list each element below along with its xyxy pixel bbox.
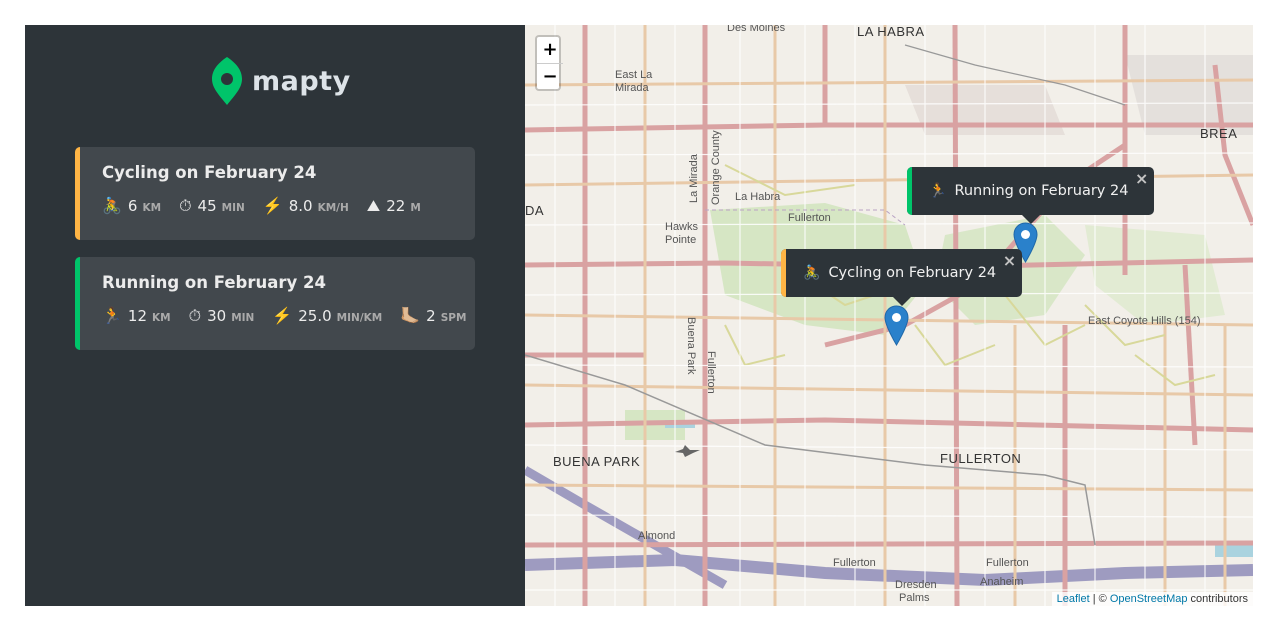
cyclist-icon: 🚴 — [102, 196, 122, 215]
runner-icon: 🏃 — [929, 183, 947, 199]
map-label: LA HABRA — [857, 25, 925, 39]
stopwatch-icon: ⏱ — [179, 196, 192, 215]
distance-unit: KM — [142, 202, 162, 214]
map-label: Fullerton — [833, 557, 876, 569]
cyclist-icon: 🚴 — [803, 265, 821, 281]
map-label: Hawks — [665, 221, 699, 233]
distance-value: 6 — [127, 197, 138, 215]
map-label: La Mirada — [688, 154, 700, 203]
cadence-value: 2 — [426, 307, 436, 325]
map-marker-icon[interactable] — [884, 305, 909, 346]
leaflet-link[interactable]: Leaflet — [1057, 593, 1090, 605]
popup-text: Cycling on February 24 — [828, 265, 997, 281]
zoom-control: + − — [535, 35, 563, 91]
map[interactable]: Des Moines LA HABRA East La Mirada BREA … — [525, 25, 1253, 606]
workout-duration: ⏱ 30 MIN — [189, 306, 255, 326]
map-label: DA — [525, 203, 545, 218]
close-icon[interactable]: × — [1135, 169, 1148, 188]
map-label: BUENA PARK — [553, 454, 641, 469]
attribution-suffix: contributors — [1187, 593, 1248, 605]
pace-unit: MIN/KM — [336, 312, 383, 324]
map-label: Pointe — [665, 234, 697, 246]
attribution-separator: | © — [1089, 593, 1110, 605]
workout-list: Cycling on February 24 🚴 6 KM ⏱ 45 MIN ⚡… — [75, 147, 475, 367]
map-label: Buena Park — [685, 317, 697, 375]
distance-value: 12 — [127, 307, 148, 325]
workout-item-cycling[interactable]: Cycling on February 24 🚴 6 KM ⏱ 45 MIN ⚡… — [75, 147, 475, 240]
lightning-icon: ⚡️ — [262, 196, 283, 215]
lightning-icon: ⚡️ — [272, 306, 293, 325]
distance-unit: KM — [152, 312, 171, 324]
duration-unit: MIN — [221, 202, 245, 214]
app: mapty Cycling on February 24 🚴 6 KM ⏱ 45… — [25, 25, 1253, 606]
map-attribution: Leaflet | © OpenStreetMap contributors — [1051, 592, 1253, 606]
map-label: La Habra — [735, 191, 781, 203]
speed-value: 8.0 — [288, 197, 313, 215]
map-label: Fullerton — [705, 351, 717, 394]
map-label: Anaheim — [980, 576, 1024, 588]
brand-name: mapty — [252, 65, 351, 97]
mountain-icon: ⛰ — [366, 196, 381, 215]
stopwatch-icon: ⏱ — [188, 306, 202, 325]
map-label: Orange County — [710, 130, 722, 205]
workout-elevation: ⛰ 22 M — [367, 196, 421, 216]
logo: mapty — [210, 55, 351, 107]
map-label: East Coyote Hills (154) — [1088, 315, 1201, 327]
speed-unit: KM/H — [317, 202, 349, 214]
map-label: Fullerton — [788, 212, 831, 224]
workout-speed: ⚡️ 8.0 KM/H — [263, 196, 349, 215]
osm-link[interactable]: OpenStreetMap — [1110, 593, 1188, 605]
popup-text: Running on February 24 — [954, 183, 1129, 199]
zoom-out-button[interactable]: − — [537, 63, 563, 89]
popup-cycling[interactable]: 🚴 Cycling on February 24 × — [781, 249, 1023, 306]
map-label: Fullerton — [986, 557, 1029, 569]
map-label: East La — [615, 69, 653, 81]
workout-details: 🏃 12 KM ⏱ 30 MIN ⚡️ 25.0 MIN/KM 🦶🏼 2 SPM — [102, 306, 466, 326]
duration-value: 30 — [207, 307, 227, 325]
popup-running[interactable]: 🏃 Running on February 24 × — [907, 167, 1155, 224]
map-label: Almond — [638, 530, 676, 542]
cadence-unit: SPM — [440, 312, 467, 324]
workout-title: Running on February 24 — [102, 273, 326, 292]
map-pin-logo-icon — [212, 57, 242, 105]
pace-value: 25.0 — [298, 307, 332, 325]
foot-icon: 🦶🏼 — [400, 306, 421, 325]
workout-item-running[interactable]: Running on February 24 🏃 12 KM ⏱ 30 MIN … — [75, 257, 475, 350]
runner-icon: 🏃 — [102, 306, 122, 325]
sidebar: mapty Cycling on February 24 🚴 6 KM ⏱ 45… — [25, 25, 525, 606]
workout-details: 🚴 6 KM ⏱ 45 MIN ⚡️ 8.0 KM/H ⛰ 22 M — [102, 196, 453, 216]
close-icon[interactable]: × — [1003, 251, 1016, 270]
map-label: Mirada — [615, 82, 649, 94]
workout-pace: ⚡️ 25.0 MIN/KM — [272, 306, 382, 325]
workout-distance: 🏃 12 KM — [102, 306, 171, 325]
workout-title: Cycling on February 24 — [102, 163, 317, 182]
elevation-value: 22 — [386, 197, 406, 215]
map-label: FULLERTON — [940, 451, 1022, 466]
map-label: Dresden — [895, 579, 937, 591]
zoom-in-button[interactable]: + — [537, 37, 563, 63]
workout-duration: ⏱ 45 MIN — [179, 196, 245, 216]
map-label: Palms — [899, 592, 930, 604]
duration-unit: MIN — [231, 312, 255, 324]
workout-cadence: 🦶🏼 2 SPM — [400, 306, 466, 325]
map-label: BREA — [1200, 126, 1238, 141]
elevation-unit: M — [410, 202, 421, 214]
workout-distance: 🚴 6 KM — [102, 196, 161, 215]
duration-value: 45 — [197, 197, 217, 215]
map-label: Des Moines — [727, 25, 786, 34]
